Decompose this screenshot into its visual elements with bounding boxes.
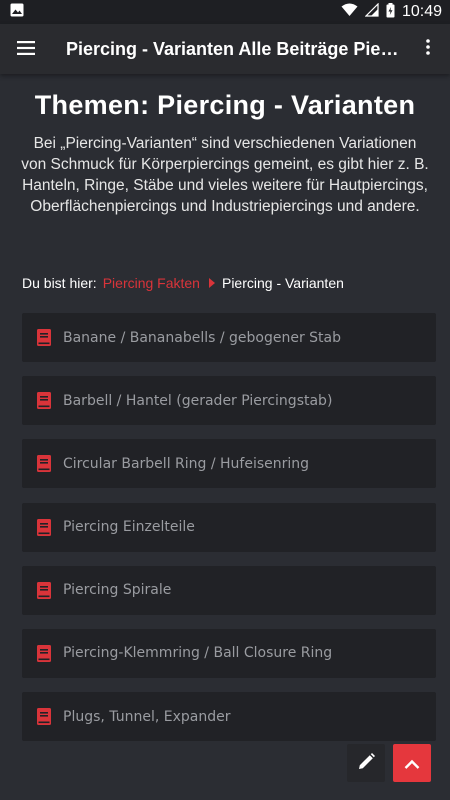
- chevron-up-icon: [404, 754, 420, 773]
- list-item-label: Barbell / Hantel (gerader Piercingstab): [63, 392, 333, 409]
- list-item[interactable]: Barbell / Hantel (gerader Piercingstab): [22, 376, 436, 426]
- list-item-label: Circular Barbell Ring / Hufeisenring: [63, 455, 310, 472]
- pencil-icon: [358, 752, 375, 774]
- book-icon: [37, 644, 51, 662]
- book-icon: [37, 708, 51, 726]
- status-bar: 10:49: [0, 0, 450, 24]
- list-item-label: Piercing Einzelteile: [63, 519, 195, 536]
- menu-icon: [17, 40, 35, 59]
- page-title: Themen: Piercing - Varianten: [34, 90, 416, 120]
- list-item-label: Plugs, Tunnel, Expander: [63, 708, 231, 725]
- list-item-label: Banane / Bananabells / gebogener Stab: [63, 329, 342, 346]
- list-item[interactable]: Piercing Spirale: [22, 565, 436, 615]
- book-icon: [37, 329, 51, 346]
- signal-icon: [364, 2, 379, 21]
- app-title: Piercing - Varianten Alle Beiträge Pie…: [66, 38, 399, 59]
- wifi-icon: [341, 3, 358, 21]
- list-item[interactable]: Plugs, Tunnel, Expander: [22, 692, 436, 742]
- list-item-label: Piercing-Klemmring / Ball Closure Ring: [63, 645, 333, 662]
- breadcrumb-arrow-icon: [208, 278, 215, 288]
- intro-text: Bei „Piercing-Varianten“ sind verschiede…: [21, 135, 429, 215]
- topic-list: Banane / Bananabells / gebogener Stab Ba…: [0, 313, 450, 742]
- breadcrumb-prefix: Du bist hier:: [22, 275, 97, 291]
- book-icon: [37, 581, 51, 599]
- main-content: Themen: Piercing - Varianten Bei „Pierci…: [0, 74, 450, 755]
- breadcrumb: Du bist hier: Piercing Fakten Piercing -…: [0, 275, 450, 291]
- list-item[interactable]: Circular Barbell Ring / Hufeisenring: [22, 439, 436, 489]
- status-time: 10:49: [401, 3, 442, 20]
- scroll-to-top-button[interactable]: [393, 744, 431, 782]
- battery-icon: [386, 2, 395, 22]
- status-icons: 10:49: [341, 2, 442, 22]
- image-icon: [10, 3, 24, 21]
- list-item[interactable]: Banane / Bananabells / gebogener Stab: [22, 313, 436, 362]
- more-vert-icon: [426, 39, 430, 59]
- book-icon: [37, 455, 51, 473]
- list-item[interactable]: Piercing-Klemmring / Ball Closure Ring: [22, 628, 436, 678]
- list-item-label: Piercing Spirale: [63, 582, 172, 599]
- list-item[interactable]: Piercing Einzelteile: [22, 502, 436, 552]
- book-icon: [37, 392, 51, 410]
- book-icon: [37, 518, 51, 536]
- edit-button[interactable]: [347, 744, 385, 782]
- breadcrumb-link[interactable]: Piercing Fakten: [103, 275, 200, 291]
- more-options-button[interactable]: [406, 24, 450, 74]
- app-bar: Piercing - Varianten Alle Beiträge Pie…: [0, 24, 450, 74]
- menu-button[interactable]: [0, 24, 52, 74]
- breadcrumb-current: Piercing - Varianten: [221, 275, 344, 291]
